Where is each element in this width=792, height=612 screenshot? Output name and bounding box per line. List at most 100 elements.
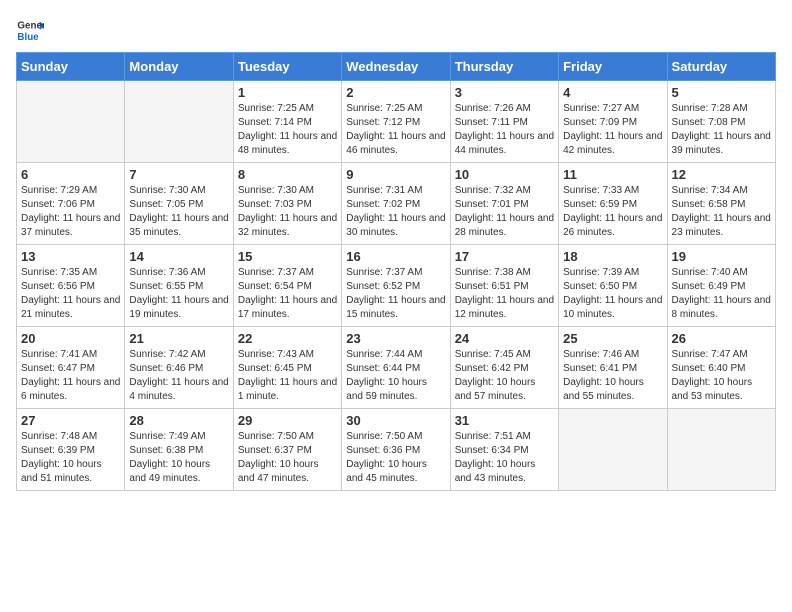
day-detail: Sunrise: 7:33 AM Sunset: 6:59 PM Dayligh… — [563, 184, 662, 240]
calendar-day-cell: 17 Sunrise: 7:38 AM Sunset: 6:51 PM Dayli… — [450, 245, 558, 327]
day-detail: Sunrise: 7:29 AM Sunset: 7:06 PM Dayligh… — [21, 184, 120, 240]
calendar-day-cell: 6Sunrise: 7:29 AM Sunset: 7:06 PM Daylig… — [17, 163, 125, 245]
calendar-day-cell: 29Sunrise: 7:50 AM Sunset: 6:37 PM Dayli… — [233, 409, 341, 491]
page-header: General Blue — [16, 16, 776, 44]
calendar-day-cell: 9 Sunrise: 7:31 AM Sunset: 7:02 PM Daylig… — [342, 163, 450, 245]
day-number: 10 — [455, 167, 554, 182]
day-detail: Sunrise: 7:46 AM Sunset: 6:41 PM Dayligh… — [563, 348, 662, 404]
logo: General Blue — [16, 16, 44, 44]
calendar-day-cell — [17, 81, 125, 163]
calendar-week-row: 27 Sunrise: 7:48 AM Sunset: 6:39 PM Dayli… — [17, 409, 776, 491]
day-detail: Sunrise: 7:36 AM Sunset: 6:55 PM Dayligh… — [129, 266, 228, 322]
day-detail: Sunrise: 7:48 AM Sunset: 6:39 PM Dayligh… — [21, 430, 120, 486]
day-detail: Sunrise: 7:43 AM Sunset: 6:45 PM Dayligh… — [238, 348, 337, 404]
logo-icon: General Blue — [16, 16, 44, 44]
calendar-day-cell: 23 Sunrise: 7:44 AM Sunset: 6:44 PM Dayli… — [342, 327, 450, 409]
day-detail: Sunrise: 7:39 AM Sunset: 6:50 PM Dayligh… — [563, 266, 662, 322]
day-number: 28 — [129, 413, 228, 428]
day-number: 24 — [455, 331, 554, 346]
day-number: 23 — [346, 331, 445, 346]
day-detail: Sunrise: 7:35 AM Sunset: 6:56 PM Dayligh… — [21, 266, 120, 322]
calendar-day-cell: 12 Sunrise: 7:34 AM Sunset: 6:58 PM Dayli… — [667, 163, 775, 245]
calendar-day-cell: 22 Sunrise: 7:43 AM Sunset: 6:45 PM Dayli… — [233, 327, 341, 409]
day-number: 15 — [238, 249, 337, 264]
col-header-saturday: Saturday — [667, 53, 775, 81]
calendar-day-cell: 15 Sunrise: 7:37 AM Sunset: 6:54 PM Dayli… — [233, 245, 341, 327]
day-detail: Sunrise: 7:25 AM Sunset: 7:14 PM Dayligh… — [238, 102, 337, 158]
day-detail: Sunrise: 7:34 AM Sunset: 6:58 PM Dayligh… — [672, 184, 771, 240]
col-header-tuesday: Tuesday — [233, 53, 341, 81]
calendar-day-cell: 18 Sunrise: 7:39 AM Sunset: 6:50 PM Dayli… — [559, 245, 667, 327]
day-number: 30 — [346, 413, 445, 428]
day-detail: Sunrise: 7:32 AM Sunset: 7:01 PM Dayligh… — [455, 184, 554, 240]
day-number: 22 — [238, 331, 337, 346]
day-detail: Sunrise: 7:50 AM Sunset: 6:36 PM Dayligh… — [346, 430, 445, 486]
day-number: 20 — [21, 331, 120, 346]
day-detail: Sunrise: 7:38 AM Sunset: 6:51 PM Dayligh… — [455, 266, 554, 322]
day-number: 18 — [563, 249, 662, 264]
day-number: 19 — [672, 249, 771, 264]
calendar-week-row: 6Sunrise: 7:29 AM Sunset: 7:06 PM Daylig… — [17, 163, 776, 245]
day-number: 13 — [21, 249, 120, 264]
day-number: 2 — [346, 85, 445, 100]
day-detail: Sunrise: 7:27 AM Sunset: 7:09 PM Dayligh… — [563, 102, 662, 158]
day-number: 26 — [672, 331, 771, 346]
day-detail: Sunrise: 7:45 AM Sunset: 6:42 PM Dayligh… — [455, 348, 554, 404]
day-detail: Sunrise: 7:37 AM Sunset: 6:52 PM Dayligh… — [346, 266, 445, 322]
calendar-header-row: SundayMondayTuesdayWednesdayThursdayFrid… — [17, 53, 776, 81]
day-detail: Sunrise: 7:28 AM Sunset: 7:08 PM Dayligh… — [672, 102, 771, 158]
calendar-day-cell: 8Sunrise: 7:30 AM Sunset: 7:03 PM Daylig… — [233, 163, 341, 245]
day-number: 11 — [563, 167, 662, 182]
day-number: 1 — [238, 85, 337, 100]
day-number: 17 — [455, 249, 554, 264]
day-detail: Sunrise: 7:41 AM Sunset: 6:47 PM Dayligh… — [21, 348, 120, 404]
day-number: 3 — [455, 85, 554, 100]
calendar-week-row: 1 Sunrise: 7:25 AM Sunset: 7:14 PM Daylig… — [17, 81, 776, 163]
calendar-day-cell: 11 Sunrise: 7:33 AM Sunset: 6:59 PM Dayli… — [559, 163, 667, 245]
calendar-day-cell: 26 Sunrise: 7:47 AM Sunset: 6:40 PM Dayli… — [667, 327, 775, 409]
calendar-day-cell: 19 Sunrise: 7:40 AM Sunset: 6:49 PM Dayli… — [667, 245, 775, 327]
day-detail: Sunrise: 7:44 AM Sunset: 6:44 PM Dayligh… — [346, 348, 445, 404]
svg-text:Blue: Blue — [17, 32, 39, 43]
day-number: 16 — [346, 249, 445, 264]
day-detail: Sunrise: 7:37 AM Sunset: 6:54 PM Dayligh… — [238, 266, 337, 322]
day-number: 14 — [129, 249, 228, 264]
day-number: 25 — [563, 331, 662, 346]
calendar-day-cell: 25 Sunrise: 7:46 AM Sunset: 6:41 PM Dayli… — [559, 327, 667, 409]
calendar-day-cell: 28Sunrise: 7:49 AM Sunset: 6:38 PM Dayli… — [125, 409, 233, 491]
day-detail: Sunrise: 7:40 AM Sunset: 6:49 PM Dayligh… — [672, 266, 771, 322]
calendar-day-cell — [125, 81, 233, 163]
day-number: 8 — [238, 167, 337, 182]
day-detail: Sunrise: 7:31 AM Sunset: 7:02 PM Dayligh… — [346, 184, 445, 240]
day-number: 9 — [346, 167, 445, 182]
calendar-day-cell: 27 Sunrise: 7:48 AM Sunset: 6:39 PM Dayli… — [17, 409, 125, 491]
calendar-day-cell: 20 Sunrise: 7:41 AM Sunset: 6:47 PM Dayli… — [17, 327, 125, 409]
calendar-day-cell: 21 Sunrise: 7:42 AM Sunset: 6:46 PM Dayli… — [125, 327, 233, 409]
calendar-day-cell: 2 Sunrise: 7:25 AM Sunset: 7:12 PM Daylig… — [342, 81, 450, 163]
day-number: 27 — [21, 413, 120, 428]
day-detail: Sunrise: 7:42 AM Sunset: 6:46 PM Dayligh… — [129, 348, 228, 404]
day-number: 4 — [563, 85, 662, 100]
calendar-day-cell: 30 Sunrise: 7:50 AM Sunset: 6:36 PM Dayli… — [342, 409, 450, 491]
col-header-sunday: Sunday — [17, 53, 125, 81]
day-detail: Sunrise: 7:30 AM Sunset: 7:05 PM Dayligh… — [129, 184, 228, 240]
calendar-table: SundayMondayTuesdayWednesdayThursdayFrid… — [16, 52, 776, 491]
calendar-day-cell: 5 Sunrise: 7:28 AM Sunset: 7:08 PM Daylig… — [667, 81, 775, 163]
day-detail: Sunrise: 7:47 AM Sunset: 6:40 PM Dayligh… — [672, 348, 771, 404]
calendar-week-row: 20 Sunrise: 7:41 AM Sunset: 6:47 PM Dayli… — [17, 327, 776, 409]
day-number: 7 — [129, 167, 228, 182]
day-detail: Sunrise: 7:51 AM Sunset: 6:34 PM Dayligh… — [455, 430, 554, 486]
col-header-monday: Monday — [125, 53, 233, 81]
col-header-friday: Friday — [559, 53, 667, 81]
calendar-day-cell: 4 Sunrise: 7:27 AM Sunset: 7:09 PM Daylig… — [559, 81, 667, 163]
calendar-day-cell: 31Sunrise: 7:51 AM Sunset: 6:34 PM Dayli… — [450, 409, 558, 491]
day-detail: Sunrise: 7:50 AM Sunset: 6:37 PM Dayligh… — [238, 430, 337, 486]
day-number: 5 — [672, 85, 771, 100]
day-number: 12 — [672, 167, 771, 182]
col-header-wednesday: Wednesday — [342, 53, 450, 81]
day-number: 21 — [129, 331, 228, 346]
calendar-day-cell: 13 Sunrise: 7:35 AM Sunset: 6:56 PM Dayli… — [17, 245, 125, 327]
day-detail: Sunrise: 7:25 AM Sunset: 7:12 PM Dayligh… — [346, 102, 445, 158]
calendar-day-cell: 1 Sunrise: 7:25 AM Sunset: 7:14 PM Daylig… — [233, 81, 341, 163]
calendar-day-cell: 16 Sunrise: 7:37 AM Sunset: 6:52 PM Dayli… — [342, 245, 450, 327]
